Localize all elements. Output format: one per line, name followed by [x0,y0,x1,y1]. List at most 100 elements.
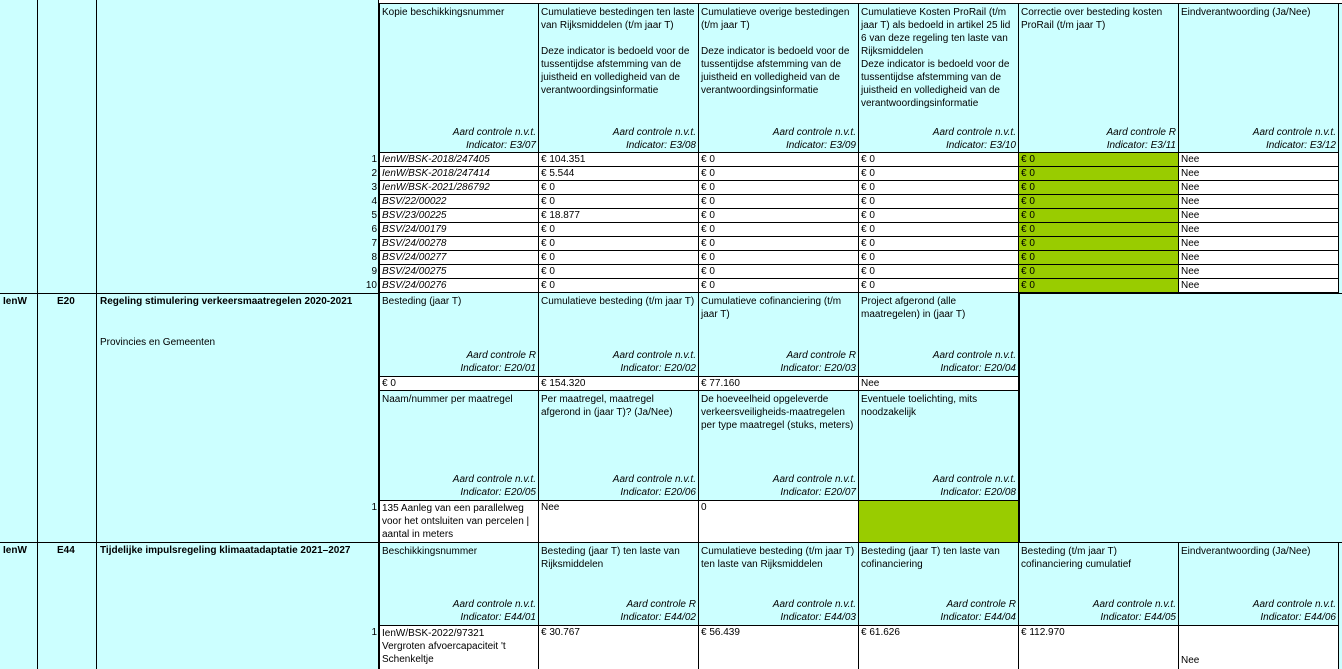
e3-cell-correctie-prorail[interactable]: € 0 [1019,209,1179,223]
e3-cell-bestedingen-rijk[interactable]: € 18.877 [539,209,699,223]
e3-cell-bestedingen-rijk[interactable]: € 0 [539,195,699,209]
e3-cell-kopie-nummer[interactable]: IenW/BSK-2018/247405 [379,153,539,167]
row-number: 4 [371,196,377,207]
e3-cell-kosten-prorail[interactable]: € 0 [859,167,1019,181]
e3-cell-correctie-prorail[interactable]: € 0 [1019,251,1179,265]
e3-cell-overige-bestedingen[interactable]: € 0 [699,167,859,181]
indicator: Indicator: E20/02 [620,363,696,374]
e3-cell-kosten-prorail[interactable]: € 0 [859,195,1019,209]
e20-value-afgerond[interactable]: Nee [859,377,1019,391]
e3-code-5: Aard controle R Indicator: E3/11 [1019,126,1179,152]
e3-cell-correctie-prorail[interactable]: € 0 [1019,223,1179,237]
col-ministry [0,0,38,669]
e3-cell-kopie-nummer[interactable]: BSV/24/00275 [379,265,539,279]
e3-cell-kopie-nummer[interactable]: BSV/22/00022 [379,195,539,209]
e44-cell-cumulatief[interactable]: € 56.439 [699,626,859,669]
e3-cell-overige-bestedingen[interactable]: € 0 [699,153,859,167]
e44-title: Tijdelijke impulsregeling klimaatadaptat… [100,545,351,556]
e20-cell-toelichting[interactable] [859,501,1019,543]
e3-cell-kopie-nummer[interactable]: IenW/BSK-2021/286792 [379,181,539,195]
e44-ministry: IenW [3,545,27,556]
e3-cell-eindverantwoording[interactable]: Nee [1179,251,1339,265]
e3-cell-correctie-prorail[interactable]: € 0 [1019,167,1179,181]
row-number: 2 [371,168,377,179]
e3-cell-eindverantwoording[interactable]: Nee [1179,195,1339,209]
e3-cell-bestedingen-rijk[interactable]: € 0 [539,181,699,195]
e3-cell-bestedingen-rijk[interactable]: € 0 [539,265,699,279]
e44-cell-eindverantwoording[interactable]: Nee [1179,626,1339,669]
header-label: Besteding (t/m jaar T) cofinanciering cu… [1021,546,1132,570]
col-code [38,0,97,669]
e3-cell-kopie-nummer[interactable]: BSV/24/00276 [379,279,539,293]
e3-cell-overige-bestedingen[interactable]: € 0 [699,237,859,251]
e3-cell-eindverantwoording[interactable]: Nee [1179,153,1339,167]
e20-value-besteding[interactable]: € 0 [379,377,539,391]
e3-cell-bestedingen-rijk[interactable]: € 0 [539,237,699,251]
e20-cell-hoeveelheid[interactable]: 0 [699,501,859,543]
e3-cell-bestedingen-rijk[interactable]: € 5.544 [539,167,699,181]
e3-cell-overige-bestedingen[interactable]: € 0 [699,181,859,195]
e3-cell-kosten-prorail[interactable]: € 0 [859,265,1019,279]
e3-cell-overige-bestedingen[interactable]: € 0 [699,209,859,223]
e3-cell-overige-bestedingen[interactable]: € 0 [699,195,859,209]
e3-cell-eindverantwoording[interactable]: Nee [1179,181,1339,195]
indicator: Indicator: E20/08 [940,487,1016,498]
e3-cell-eindverantwoording[interactable]: Nee [1179,237,1339,251]
e3-cell-kosten-prorail[interactable]: € 0 [859,209,1019,223]
e3-cell-bestedingen-rijk[interactable]: € 0 [539,251,699,265]
header-label: Cumulatieve Kosten ProRail (t/m jaar T) … [861,7,1011,109]
e3-cell-correctie-prorail[interactable]: € 0 [1019,265,1179,279]
e3-cell-eindverantwoording[interactable]: Nee [1179,279,1339,293]
e44-cell-besteding[interactable]: € 30.767 [539,626,699,669]
indicator: Indicator: E20/01 [460,363,536,374]
e3-cell-eindverantwoording[interactable]: Nee [1179,223,1339,237]
e20-value-cofinanciering[interactable]: € 77.160 [699,377,859,391]
e3-cell-correctie-prorail[interactable]: € 0 [1019,195,1179,209]
e3-cell-kosten-prorail[interactable]: € 0 [859,181,1019,195]
e3-cell-kosten-prorail[interactable]: € 0 [859,251,1019,265]
indicator: Indicator: E44/03 [780,612,856,623]
e3-code-3: Aard controle n.v.t. Indicator: E3/09 [699,126,859,152]
e3-cell-kopie-nummer[interactable]: BSV/23/00225 [379,209,539,223]
e3-cell-correctie-prorail[interactable]: € 0 [1019,237,1179,251]
e3-cell-eindverantwoording[interactable]: Nee [1179,167,1339,181]
e3-cell-eindverantwoording[interactable]: Nee [1179,265,1339,279]
indicator: Indicator: E3/12 [1265,140,1336,151]
e44-cell-cofinanciering[interactable]: € 61.626 [859,626,1019,669]
e3-cell-correctie-prorail[interactable]: € 0 [1019,279,1179,293]
e3-cell-kopie-nummer[interactable]: BSV/24/00278 [379,237,539,251]
row-number: 3 [371,182,377,193]
e3-cell-kosten-prorail[interactable]: € 0 [859,237,1019,251]
e3-cell-overige-bestedingen[interactable]: € 0 [699,265,859,279]
e3-cell-kopie-nummer[interactable]: IenW/BSK-2018/247414 [379,167,539,181]
e3-cell-kopie-nummer[interactable]: BSV/24/00179 [379,223,539,237]
e20-value-cumulatief[interactable]: € 154.320 [539,377,699,391]
e20-cell-afgerond[interactable]: Nee [539,501,699,543]
indicator: Indicator: E44/02 [620,612,696,623]
e3-cell-eindverantwoording[interactable]: Nee [1179,209,1339,223]
header-label: Eindverantwoording (Ja/Nee) [1181,7,1311,18]
e3-cell-bestedingen-rijk[interactable]: € 0 [539,223,699,237]
e20-cell-name[interactable]: 135 Aanleg van een parallelweg voor het … [379,501,539,543]
indicator: Indicator: E3/09 [785,140,856,151]
e3-code-6: Aard controle n.v.t. Indicator: E3/12 [1179,126,1339,152]
e3-cell-overige-bestedingen[interactable]: € 0 [699,279,859,293]
e3-cell-correctie-prorail[interactable]: € 0 [1019,181,1179,195]
e3-cell-overige-bestedingen[interactable]: € 0 [699,251,859,265]
e3-cell-bestedingen-rijk[interactable]: € 0 [539,279,699,293]
e3-cell-overige-bestedingen[interactable]: € 0 [699,223,859,237]
e44-cell-cofinanciering-cumulatief[interactable]: € 112.970 [1019,626,1179,669]
e3-cell-kosten-prorail[interactable]: € 0 [859,223,1019,237]
e20-code-3: Aard controle R Indicator: E20/03 [699,349,859,375]
e3-cell-kosten-prorail[interactable]: € 0 [859,279,1019,293]
e3-cell-kopie-nummer[interactable]: BSV/24/00277 [379,251,539,265]
e3-cell-correctie-prorail[interactable]: € 0 [1019,153,1179,167]
e3-cell-kosten-prorail[interactable]: € 0 [859,153,1019,167]
e44-cell-beschikkingsnummer[interactable]: IenW/BSK-2022/97321 Vergroten afvoercapa… [379,626,539,669]
indicator: Indicator: E20/04 [940,363,1016,374]
header-label: Cumulatieve overige bestedingen (t/m jaa… [701,7,850,96]
e20-code-1: Aard controle R Indicator: E20/01 [379,349,539,375]
e3-cell-bestedingen-rijk[interactable]: € 104.351 [539,153,699,167]
aard-controle: Aard controle n.v.t. [772,474,856,485]
row-number: 10 [365,280,377,291]
